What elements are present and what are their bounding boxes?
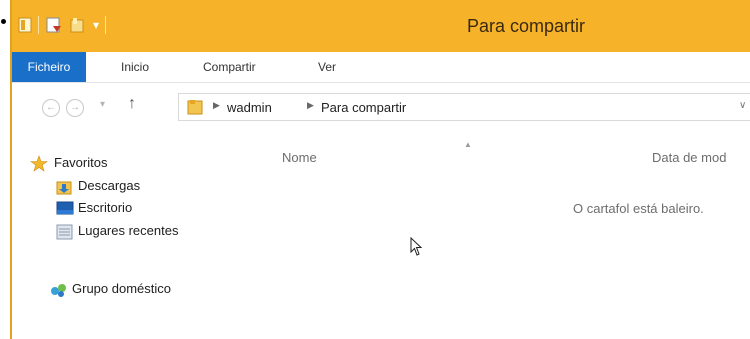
address-bar[interactable]: ▶ wadmin ▶ Para compartir ∨ ↻ <box>178 93 750 121</box>
column-header-date-modified[interactable]: Data de mod <box>652 150 726 165</box>
homegroup-icon <box>51 284 66 297</box>
new-folder-icon[interactable] <box>69 16 87 34</box>
toolbar-separator <box>105 16 107 34</box>
quick-access-toolbar: ▾ <box>18 12 107 38</box>
title-bar: ▾ Para compartir <box>12 0 750 52</box>
tab-home[interactable]: Inicio <box>121 52 149 82</box>
nav-homegroup-label: Grupo doméstico <box>72 281 171 296</box>
star-icon <box>30 155 48 172</box>
address-row: ← → ▾ ↑ ▶ wadmin ▶ Para compartir ∨ ↻ <box>12 83 750 133</box>
downloads-icon <box>56 181 72 195</box>
customize-arrow-icon[interactable]: ▾ <box>93 18 99 32</box>
up-button[interactable]: ↑ <box>128 95 136 113</box>
recent-locations-icon[interactable]: ▾ <box>100 99 105 110</box>
list-bullet <box>1 19 6 24</box>
forward-button[interactable]: → <box>66 99 84 117</box>
mouse-cursor-icon <box>410 237 422 256</box>
tab-file[interactable]: Ficheiro <box>12 52 86 82</box>
breadcrumb-separator-icon: ▶ <box>213 100 220 110</box>
breadcrumb-current[interactable]: Para compartir <box>321 100 406 115</box>
sort-arrow-icon: ▲ <box>464 140 472 149</box>
nav-favorites-label: Favoritos <box>54 155 108 170</box>
tab-share[interactable]: Compartir <box>203 52 256 82</box>
file-explorer-window: ▾ Para compartir Ficheiro Inicio Compart… <box>10 0 750 339</box>
properties-icon[interactable] <box>45 16 63 34</box>
tab-view[interactable]: Ver <box>318 52 336 82</box>
recent-places-icon <box>56 224 73 240</box>
ribbon-tabs: Ficheiro Inicio Compartir Ver <box>12 52 750 83</box>
breadcrumb-separator-icon: ▶ <box>307 100 314 110</box>
address-dropdown-icon[interactable]: ∨ <box>739 100 746 111</box>
desktop-icon <box>56 201 74 215</box>
navigation-pane: Favoritos Descargas Escritorio Lugares r… <box>12 145 257 339</box>
breadcrumb-wadmin[interactable]: wadmin <box>227 100 272 115</box>
toolbar-separator <box>38 16 39 34</box>
nav-item-label: Descargas <box>78 178 141 193</box>
empty-folder-message: O cartafol está baleiro. <box>573 201 704 216</box>
window-title: Para compartir <box>467 16 586 36</box>
nav-item-label: Lugares recentes <box>78 223 179 238</box>
column-header-name[interactable]: Nome <box>282 150 317 165</box>
back-button[interactable]: ← <box>42 99 60 117</box>
folder-icon[interactable] <box>18 17 32 33</box>
folder-icon <box>187 100 203 115</box>
nav-item-label: Escritorio <box>78 200 133 215</box>
